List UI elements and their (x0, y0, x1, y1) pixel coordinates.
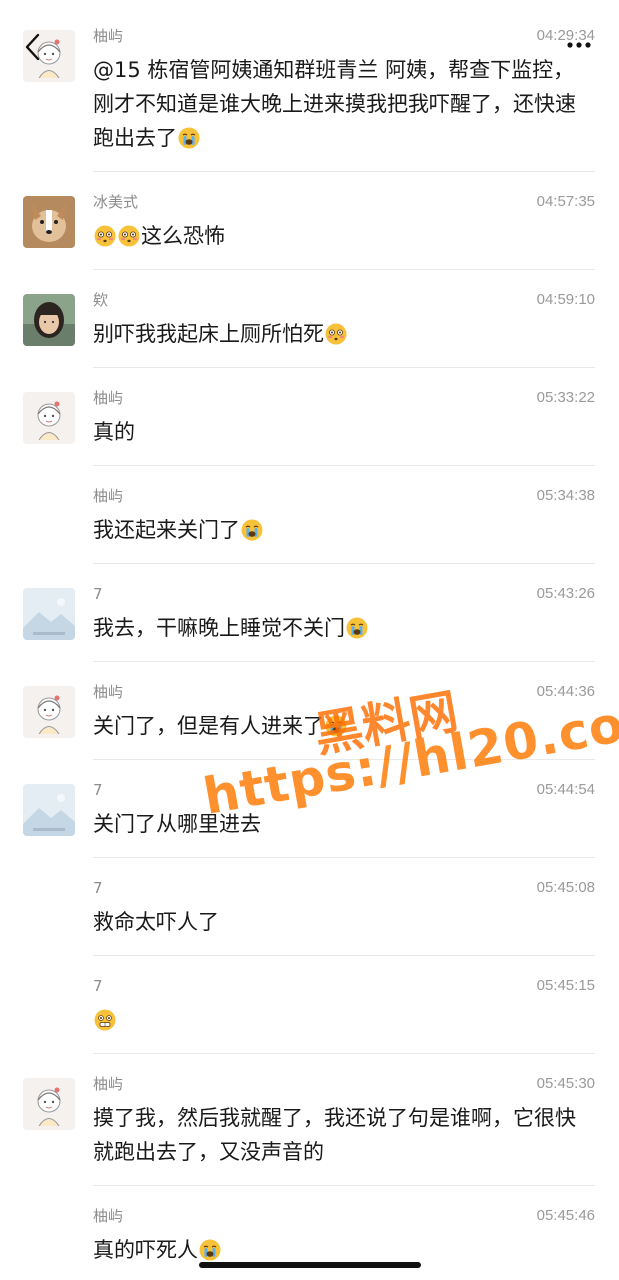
message-text: 别吓我我起床上厕所怕死 (93, 317, 593, 351)
divider (93, 1053, 595, 1054)
sender-name: 柚屿 (93, 683, 124, 701)
message-text (93, 1003, 593, 1037)
message-text: 关门了，但是有人进来了 (93, 709, 593, 743)
flushed-face-icon (325, 323, 347, 345)
girl-sketch-avatar-icon (23, 392, 75, 444)
back-button[interactable] (20, 30, 44, 64)
more-button[interactable] (564, 38, 594, 52)
message-text: 摸了我，然后我就醒了，我还说了句是谁啊，它很快就跑出去了，又没声音的 (93, 1106, 576, 1164)
avatar[interactable] (23, 1078, 75, 1130)
timestamp: 05:44:54 (536, 781, 595, 798)
divider (93, 661, 595, 662)
divider (93, 955, 595, 956)
timestamp: 05:43:26 (536, 585, 595, 602)
girl-photo-avatar-icon (23, 294, 75, 346)
divider (93, 1185, 595, 1186)
more-dots-icon (567, 42, 591, 48)
crying-face-icon (241, 519, 263, 541)
timestamp: 04:57:35 (536, 193, 595, 210)
divider (93, 465, 595, 466)
scared-face-icon (94, 1009, 116, 1031)
timestamp: 05:44:36 (536, 683, 595, 700)
sender-name: 7 (93, 879, 103, 897)
message-text: 真的 (93, 420, 135, 444)
sender-name: 柚屿 (93, 389, 124, 407)
sender-name: 7 (93, 585, 103, 603)
avatar[interactable] (23, 686, 75, 738)
crying-face-icon (199, 1239, 221, 1261)
landscape-placeholder-avatar-icon (23, 588, 75, 640)
divider (93, 367, 595, 368)
girl-sketch-avatar-icon (23, 686, 75, 738)
sender-name: 欸 (93, 291, 109, 309)
sender-name: 冰美式 (93, 193, 139, 211)
dog-photo-avatar-icon (23, 196, 75, 248)
sender-name: 柚屿 (93, 487, 124, 505)
crying-face-icon (346, 617, 368, 639)
flushed-face-icon (94, 225, 116, 247)
home-indicator[interactable] (199, 1262, 421, 1268)
sender-name: 柚屿 (93, 27, 124, 45)
divider (93, 759, 595, 760)
sender-name: 7 (93, 781, 103, 799)
timestamp: 05:45:46 (536, 1207, 595, 1224)
timestamp: 05:45:30 (536, 1075, 595, 1092)
message-text: 我去，干嘛晚上睡觉不关门 (93, 611, 593, 645)
girl-sketch-avatar-icon (23, 1078, 75, 1130)
sender-name: 7 (93, 977, 103, 995)
message-text: 我还起来关门了 (93, 513, 593, 547)
message-text: 这么恐怖 (93, 219, 593, 253)
avatar[interactable] (23, 588, 75, 640)
avatar[interactable] (23, 784, 75, 836)
avatar[interactable] (23, 196, 75, 248)
message-text: 救命太吓人了 (93, 910, 219, 934)
divider (93, 857, 595, 858)
sender-name: 柚屿 (93, 1075, 124, 1093)
chevron-left-icon (25, 33, 40, 61)
divider (93, 269, 595, 270)
timestamp: 05:45:08 (536, 879, 595, 896)
avatar[interactable] (23, 392, 75, 444)
timestamp: 05:34:38 (536, 487, 595, 504)
divider (93, 171, 595, 172)
timestamp: 05:33:22 (536, 389, 595, 406)
divider (93, 563, 595, 564)
crying-face-icon (178, 127, 200, 149)
message-text: 关门了从哪里进去 (93, 812, 261, 836)
landscape-placeholder-avatar-icon (23, 784, 75, 836)
crying-face-icon (325, 715, 347, 737)
flushed-face-icon (118, 225, 140, 247)
sender-name: 柚屿 (93, 1207, 124, 1225)
timestamp: 05:45:15 (536, 977, 595, 994)
message-text: @15 栋宿管阿姨通知群班青兰 阿姨，帮查下监控，刚才不知道是谁大晚上进来摸我把… (93, 58, 576, 150)
avatar[interactable] (23, 294, 75, 346)
timestamp: 04:59:10 (536, 291, 595, 308)
